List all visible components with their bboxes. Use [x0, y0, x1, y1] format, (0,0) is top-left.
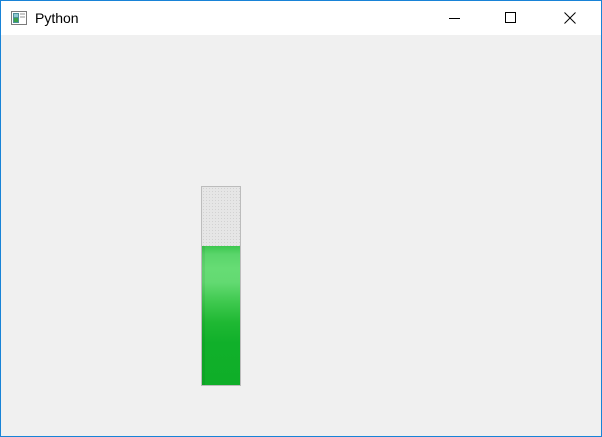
client-area: [1, 35, 601, 436]
close-icon: [564, 12, 576, 24]
vertical-progress-bar: [201, 186, 241, 386]
minimize-button[interactable]: [432, 1, 478, 35]
window-title: Python: [35, 10, 79, 26]
progress-fill: [202, 246, 240, 385]
maximize-icon: [505, 12, 516, 23]
minimize-icon: [449, 18, 460, 19]
close-button[interactable]: [547, 1, 593, 35]
app-window: Python: [0, 0, 602, 437]
title-bar[interactable]: Python: [1, 1, 601, 35]
maximize-button[interactable]: [488, 1, 534, 35]
python-app-icon: [11, 11, 27, 25]
